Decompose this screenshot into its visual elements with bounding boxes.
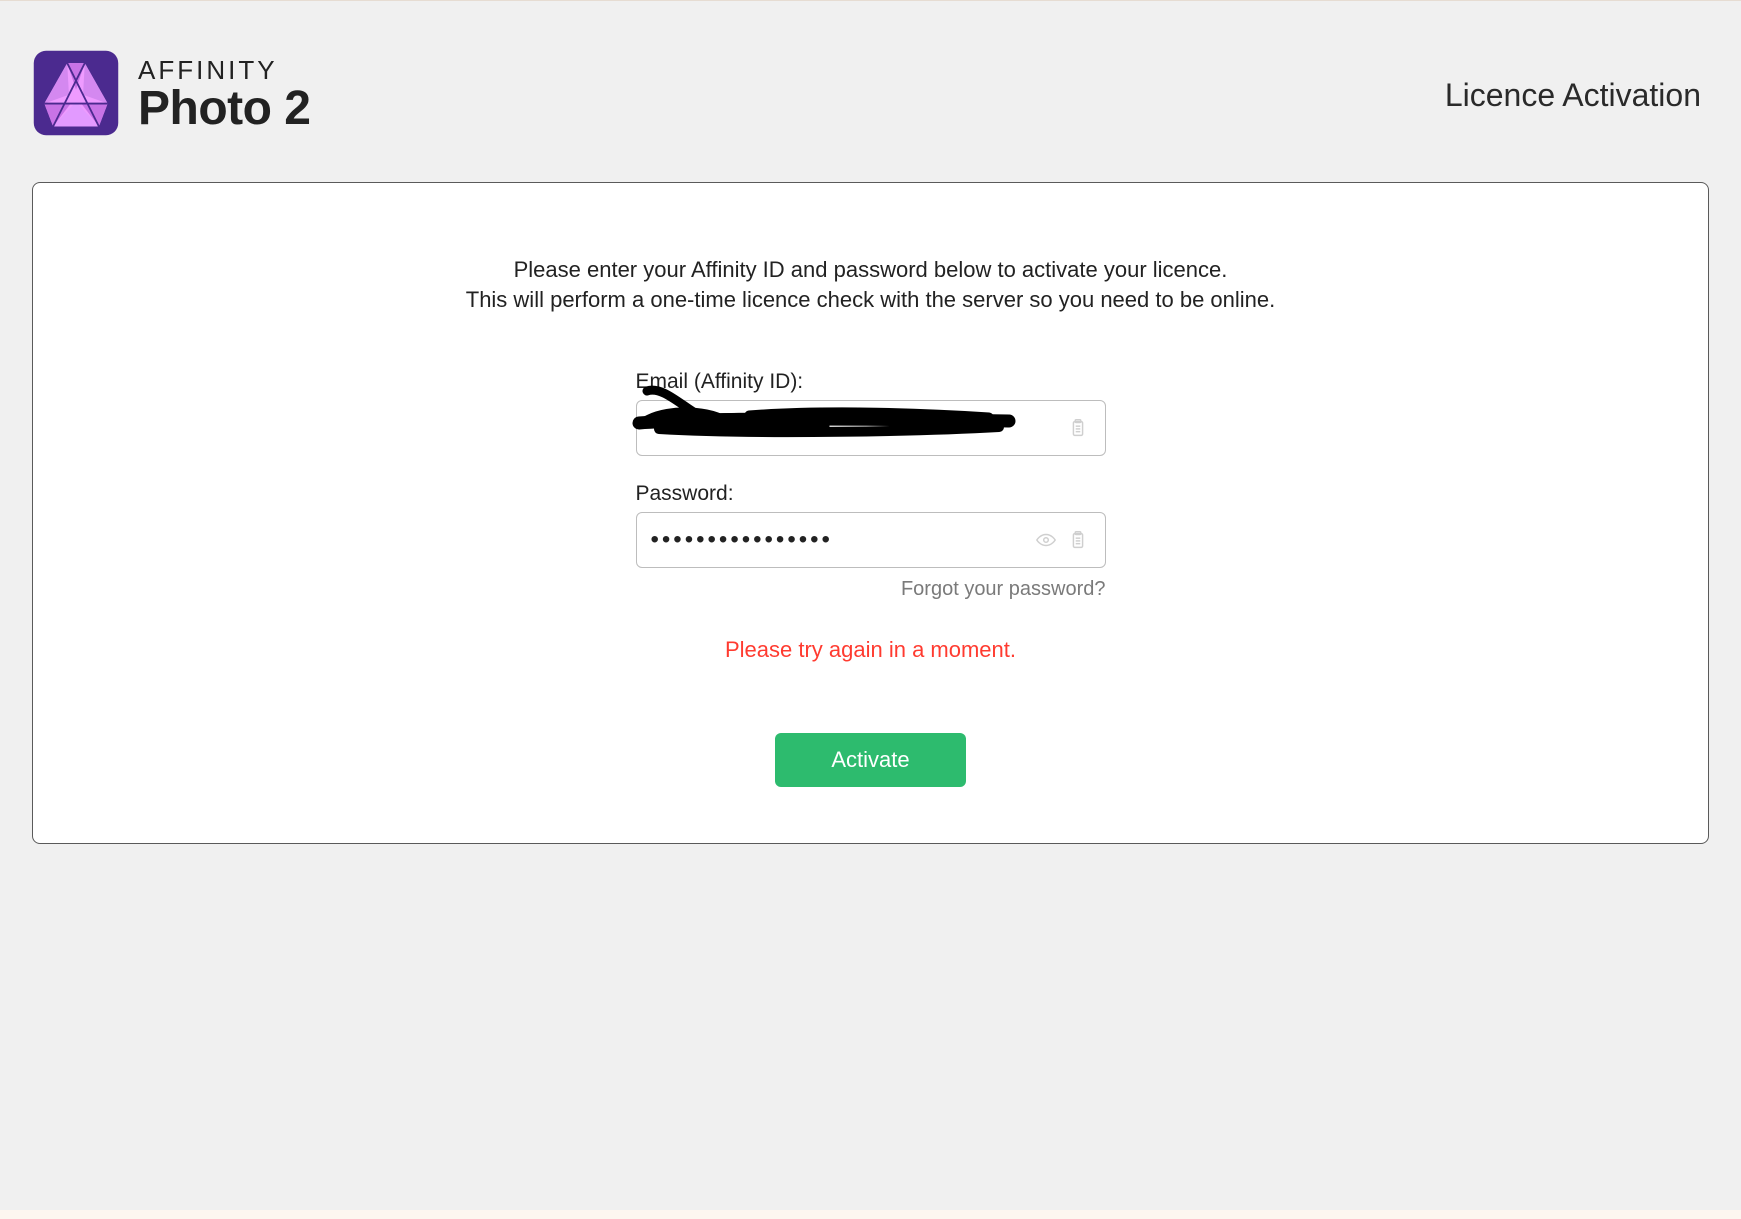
password-label: Password: [636, 482, 1106, 506]
eye-icon[interactable] [1033, 527, 1059, 553]
activate-button[interactable]: Activate [775, 733, 965, 787]
clipboard-icon[interactable] [1065, 415, 1091, 441]
affinity-photo-logo-icon [32, 49, 120, 142]
password-input-wrap [636, 512, 1106, 568]
instructions: Please enter your Affinity ID and passwo… [466, 255, 1276, 314]
instructions-line2: This will perform a one-time licence che… [466, 285, 1276, 315]
email-label: Email (Affinity ID): [636, 370, 1106, 394]
password-input[interactable] [651, 526, 1027, 554]
login-form: Email (Affinity ID): [636, 370, 1106, 601]
brand-line1: AFFINITY [138, 57, 311, 84]
forgot-password-link[interactable]: Forgot your password? [901, 578, 1106, 601]
brand-line2: Photo 2 [138, 84, 311, 134]
email-input[interactable] [651, 417, 1059, 440]
brand-block: AFFINITY Photo 2 [32, 49, 311, 142]
activation-panel: Please enter your Affinity ID and passwo… [32, 182, 1709, 844]
page-title: Licence Activation [1445, 77, 1701, 114]
header: AFFINITY Photo 2 Licence Activation [0, 1, 1741, 182]
clipboard-icon[interactable] [1065, 527, 1091, 553]
instructions-line1: Please enter your Affinity ID and passwo… [466, 255, 1276, 285]
email-input-wrap [636, 400, 1106, 456]
error-message: Please try again in a moment. [725, 637, 1016, 663]
